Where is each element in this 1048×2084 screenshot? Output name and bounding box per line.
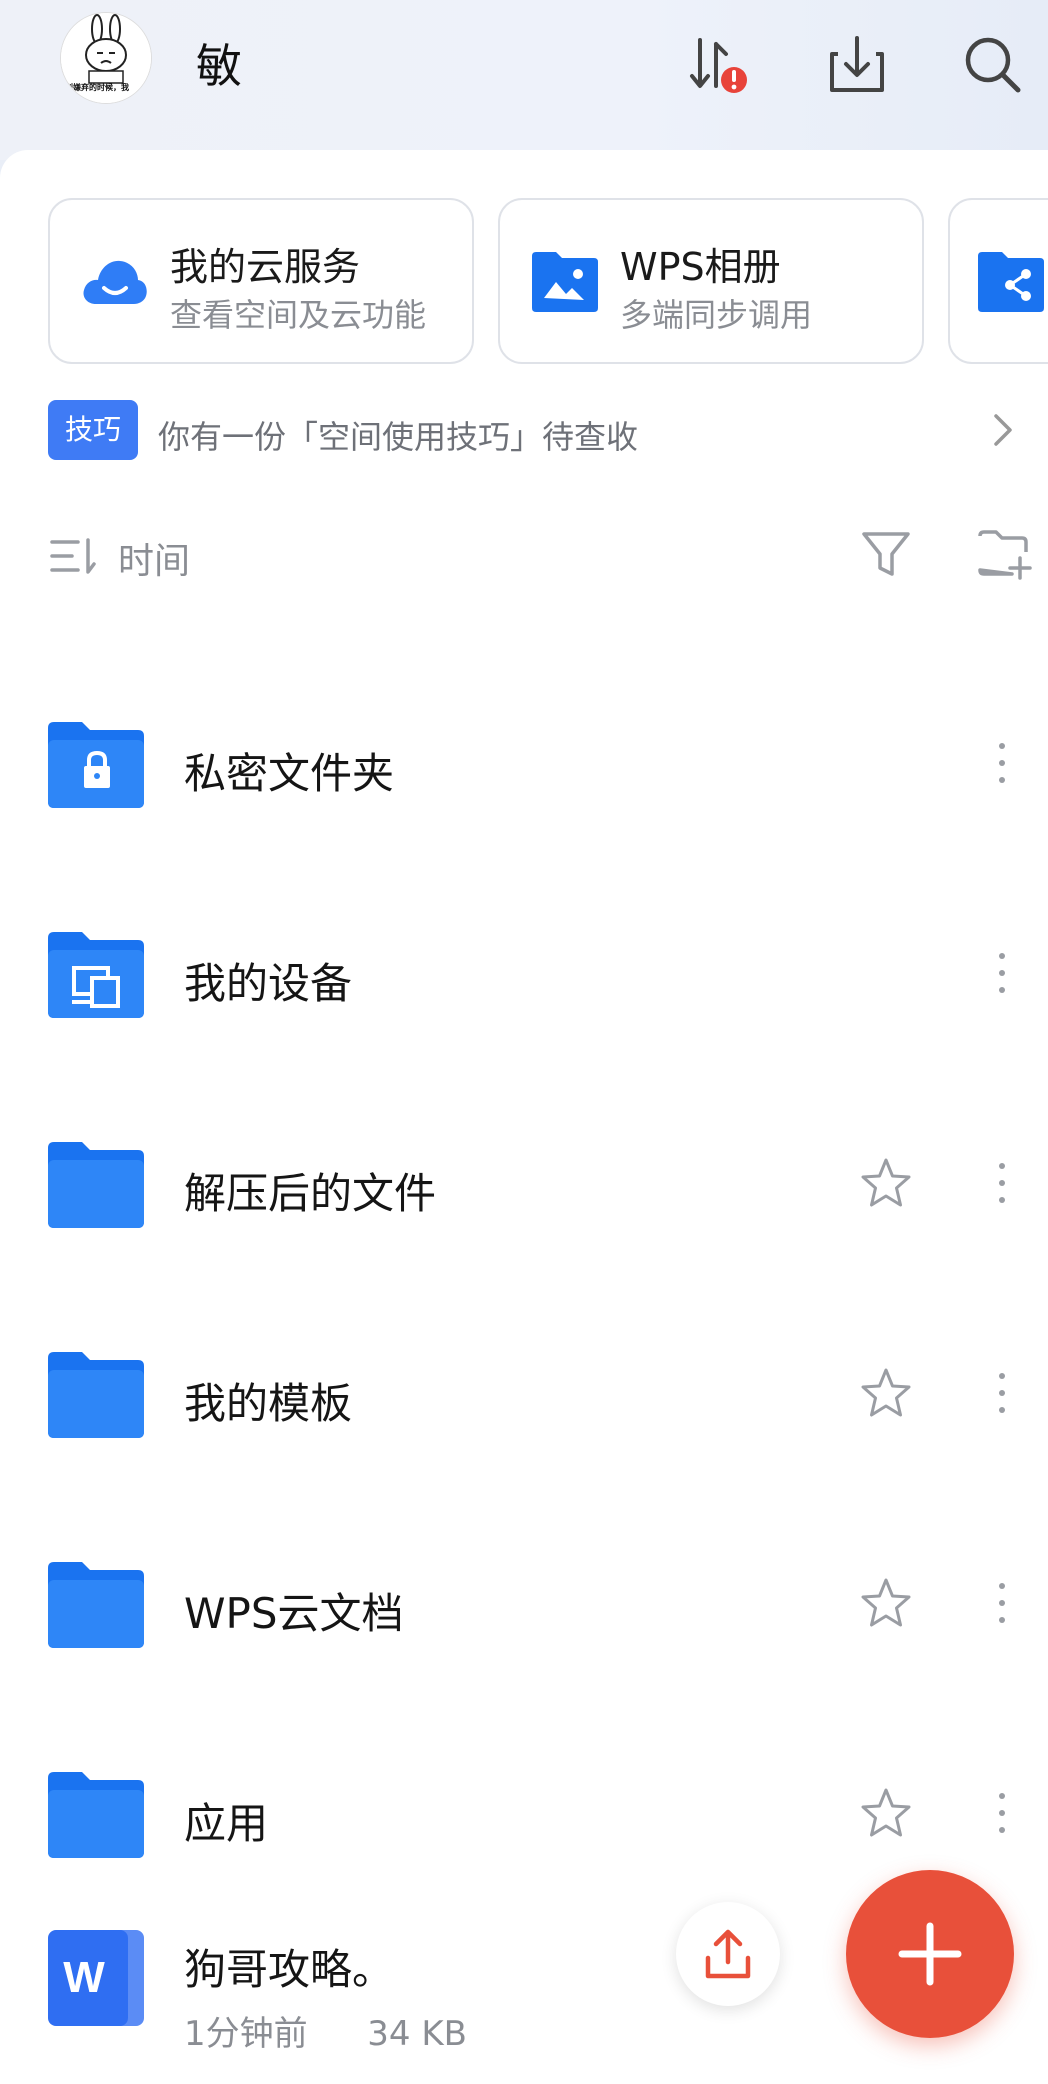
cloud-service-subtitle: 查看空间及云功能 [170, 296, 427, 334]
top-bar: 别嫌弃的时候，我 敏 [0, 0, 1048, 160]
tip-banner[interactable]: 技巧 你有一份「空间使用技巧」待查收 [48, 400, 1028, 462]
main-panel: 我的云服务 查看空间及云功能 WPS相册 多端同步调用 技巧 你有一份「空间使用… [0, 150, 1048, 2084]
search-icon[interactable] [958, 30, 1028, 100]
star-icon[interactable] [858, 1786, 914, 1842]
wps-album-card[interactable]: WPS相册 多端同步调用 [498, 198, 924, 364]
sort-label[interactable]: 时间 [118, 532, 190, 584]
cloud-smile-icon [83, 260, 147, 304]
star-icon[interactable] [858, 1576, 914, 1632]
more-options-icon[interactable] [990, 1158, 1014, 1208]
tip-text: 你有一份「空间使用技巧」待查收 [158, 418, 639, 456]
folder-name: 应用 [184, 1799, 269, 1848]
avatar[interactable]: 别嫌弃的时候，我 [60, 12, 152, 104]
folder-icon [48, 1142, 144, 1228]
device-folder-icon [48, 932, 144, 1018]
document-size: 34 KB [367, 2014, 467, 2054]
sort-bar: 时间 [48, 520, 1032, 590]
more-options-icon[interactable] [990, 1368, 1014, 1418]
folder-row-templates[interactable]: 我的模板 [0, 1350, 1048, 1530]
upload-icon [705, 1929, 751, 1979]
tip-badge: 技巧 [48, 400, 138, 460]
more-options-icon[interactable] [990, 948, 1014, 998]
lock-folder-icon [48, 722, 144, 808]
share-folder-icon [978, 252, 1044, 312]
avatar-caption: 别嫌弃的时候，我 [65, 83, 129, 92]
more-options-icon[interactable] [990, 1578, 1014, 1628]
cloud-service-card[interactable]: 我的云服务 查看空间及云功能 [48, 198, 474, 364]
new-folder-icon[interactable] [976, 528, 1032, 580]
folder-name: WPS云文档 [184, 1589, 404, 1638]
album-folder-icon [532, 252, 598, 312]
folder-icon [48, 1562, 144, 1648]
folder-row-private[interactable]: 私密文件夹 [0, 720, 1048, 900]
wps-album-subtitle: 多端同步调用 [620, 296, 813, 334]
user-name: 敏 [196, 39, 242, 93]
upload-button[interactable] [676, 1902, 780, 2006]
star-icon[interactable] [858, 1366, 914, 1422]
document-name: 狗哥攻略。 [184, 1945, 395, 1994]
download-icon[interactable] [822, 30, 892, 100]
folder-row-device[interactable]: 我的设备 [0, 930, 1048, 1110]
folder-icon [48, 1352, 144, 1438]
document-time: 1分钟前 [184, 2014, 308, 2054]
document-meta: 1分钟前 34 KB [184, 2006, 467, 2055]
star-icon[interactable] [858, 1156, 914, 1212]
doc-type-letter: W [63, 1953, 105, 2002]
word-document-icon: W [48, 1930, 144, 2026]
filter-icon[interactable] [858, 526, 914, 582]
more-options-icon[interactable] [990, 738, 1014, 788]
folder-name: 私密文件夹 [184, 749, 395, 798]
folder-row-wps-cloud[interactable]: WPS云文档 [0, 1560, 1048, 1740]
chevron-right-icon [994, 414, 1012, 446]
folder-name: 我的设备 [184, 959, 353, 1008]
folder-row-extracted[interactable]: 解压后的文件 [0, 1140, 1048, 1320]
folder-name: 解压后的文件 [184, 1169, 437, 1218]
folder-name: 我的模板 [184, 1379, 353, 1428]
folder-icon [48, 1772, 144, 1858]
sort-icon[interactable] [48, 534, 98, 578]
add-button[interactable] [846, 1870, 1014, 2038]
plus-icon [898, 1922, 962, 1986]
shared-folder-card[interactable] [948, 198, 1048, 364]
cloud-service-title: 我的云服务 [170, 245, 361, 289]
transfer-status-icon[interactable] [682, 30, 752, 100]
more-options-icon[interactable] [990, 1788, 1014, 1838]
wps-album-title: WPS相册 [620, 245, 781, 289]
